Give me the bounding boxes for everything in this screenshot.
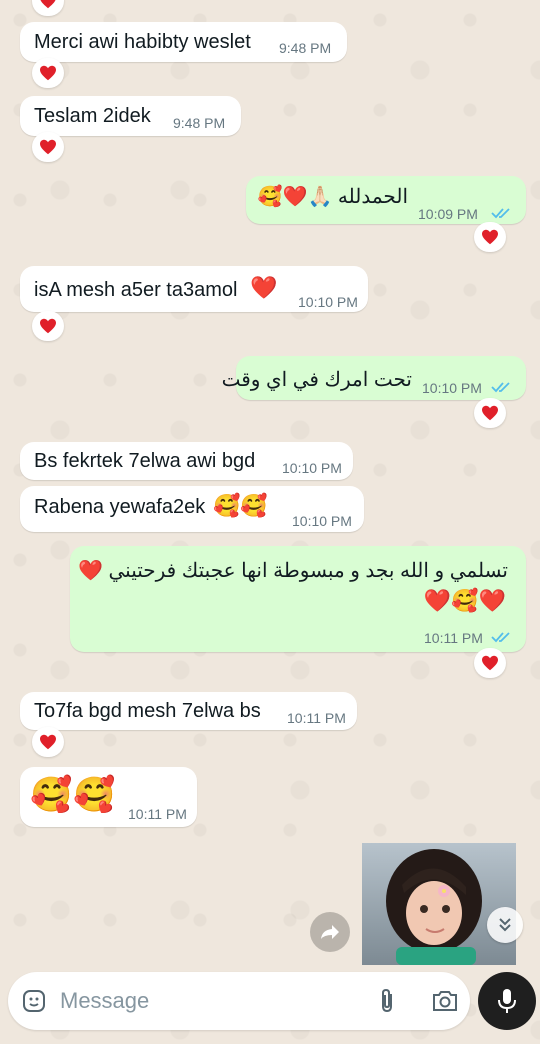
message-incoming[interactable]: Rabena yewafa2ek 🥰🥰 10:10 PM xyxy=(20,486,364,532)
message-text: isA mesh a5er ta3amol xyxy=(34,279,238,301)
reaction-badge[interactable] xyxy=(474,222,506,252)
message-time: 9:48 PM xyxy=(279,40,332,56)
heart-icon xyxy=(40,734,56,750)
message-time: 10:11 PM xyxy=(287,710,346,726)
sticker-icon[interactable] xyxy=(22,989,46,1013)
message-emoji: 🥰🥰 xyxy=(213,493,268,518)
message-incoming[interactable]: Teslam 2idek 9:48 PM xyxy=(20,96,241,136)
heart-icon xyxy=(482,229,498,245)
reaction-badge[interactable] xyxy=(474,398,506,428)
heart-icon xyxy=(40,65,56,81)
message-text: Teslam 2idek xyxy=(34,105,151,127)
message-emoji: ❤️🥰❤️ xyxy=(423,588,506,613)
message-text: الحمدلله 🙏🏻❤️🥰 xyxy=(257,186,408,208)
message-text: تسلمي و الله بجد و مبسوطة انها عجبتك فرح… xyxy=(78,560,508,582)
message-time: 10:11 PM xyxy=(128,806,187,822)
scroll-to-bottom-button[interactable] xyxy=(487,907,523,943)
forward-button[interactable] xyxy=(310,912,350,952)
message-composer[interactable]: Message xyxy=(8,972,470,1030)
heart-icon xyxy=(40,318,56,334)
message-time: 10:10 PM xyxy=(422,380,482,396)
message-time: 9:48 PM xyxy=(173,115,226,131)
heart-icon xyxy=(40,0,56,9)
message-text: تحت امرك في اي وقت xyxy=(221,369,412,391)
voice-record-button[interactable] xyxy=(478,972,536,1030)
message-time: 10:11 PM xyxy=(424,630,483,646)
message-time: 10:09 PM xyxy=(418,206,478,222)
child-photo[interactable] xyxy=(362,843,516,965)
message-time: 10:10 PM xyxy=(298,294,358,310)
message-emoji: ❤️ xyxy=(250,275,278,300)
child-portrait-image xyxy=(362,843,516,965)
heart-icon xyxy=(40,139,56,155)
reaction-badge[interactable] xyxy=(32,0,64,16)
reaction-badge[interactable] xyxy=(32,727,64,757)
message-incoming[interactable]: Bs fekrtek 7elwa awi bgd 10:10 PM xyxy=(20,442,353,480)
message-text: Rabena yewafa2ek xyxy=(34,496,206,518)
message-incoming[interactable]: Merci awi habibty weslet 9:48 PM xyxy=(20,22,347,62)
mic-icon xyxy=(498,989,516,1013)
message-incoming[interactable]: isA mesh a5er ta3amol ❤️ 10:10 PM xyxy=(20,266,368,312)
double-check-icon xyxy=(491,208,510,219)
reaction-badge[interactable] xyxy=(32,311,64,341)
heart-icon xyxy=(482,655,498,671)
message-time: 10:10 PM xyxy=(292,513,352,529)
camera-icon[interactable] xyxy=(431,989,459,1013)
message-text: To7fa bgd mesh 7elwa bs xyxy=(34,700,261,722)
message-input[interactable]: Message xyxy=(60,988,149,1014)
chat-background: Merci awi habibty weslet 9:48 PM Teslam … xyxy=(0,0,540,1044)
double-chevron-down-icon xyxy=(499,918,511,932)
reaction-badge[interactable] xyxy=(32,132,64,162)
message-emoji: 🥰🥰 xyxy=(30,776,117,814)
message-text: Merci awi habibty weslet xyxy=(34,31,251,53)
heart-icon xyxy=(482,405,498,421)
paperclip-icon[interactable] xyxy=(376,987,398,1015)
message-incoming[interactable]: 🥰🥰 10:11 PM xyxy=(20,767,197,827)
forward-icon xyxy=(321,925,339,939)
message-incoming[interactable]: To7fa bgd mesh 7elwa bs 10:11 PM xyxy=(20,692,357,730)
double-check-icon xyxy=(491,382,510,393)
message-time: 10:10 PM xyxy=(282,460,342,476)
reaction-badge[interactable] xyxy=(474,648,506,678)
double-check-icon xyxy=(491,632,510,643)
message-outgoing[interactable]: تحت امرك في اي وقت 10:10 PM xyxy=(222,356,526,400)
message-outgoing[interactable]: الحمدلله 🙏🏻❤️🥰 10:09 PM xyxy=(246,176,526,224)
reaction-badge[interactable] xyxy=(32,58,64,88)
message-outgoing[interactable]: تسلمي و الله بجد و مبسوطة انها عجبتك فرح… xyxy=(70,546,526,652)
message-text: Bs fekrtek 7elwa awi bgd xyxy=(34,450,256,472)
